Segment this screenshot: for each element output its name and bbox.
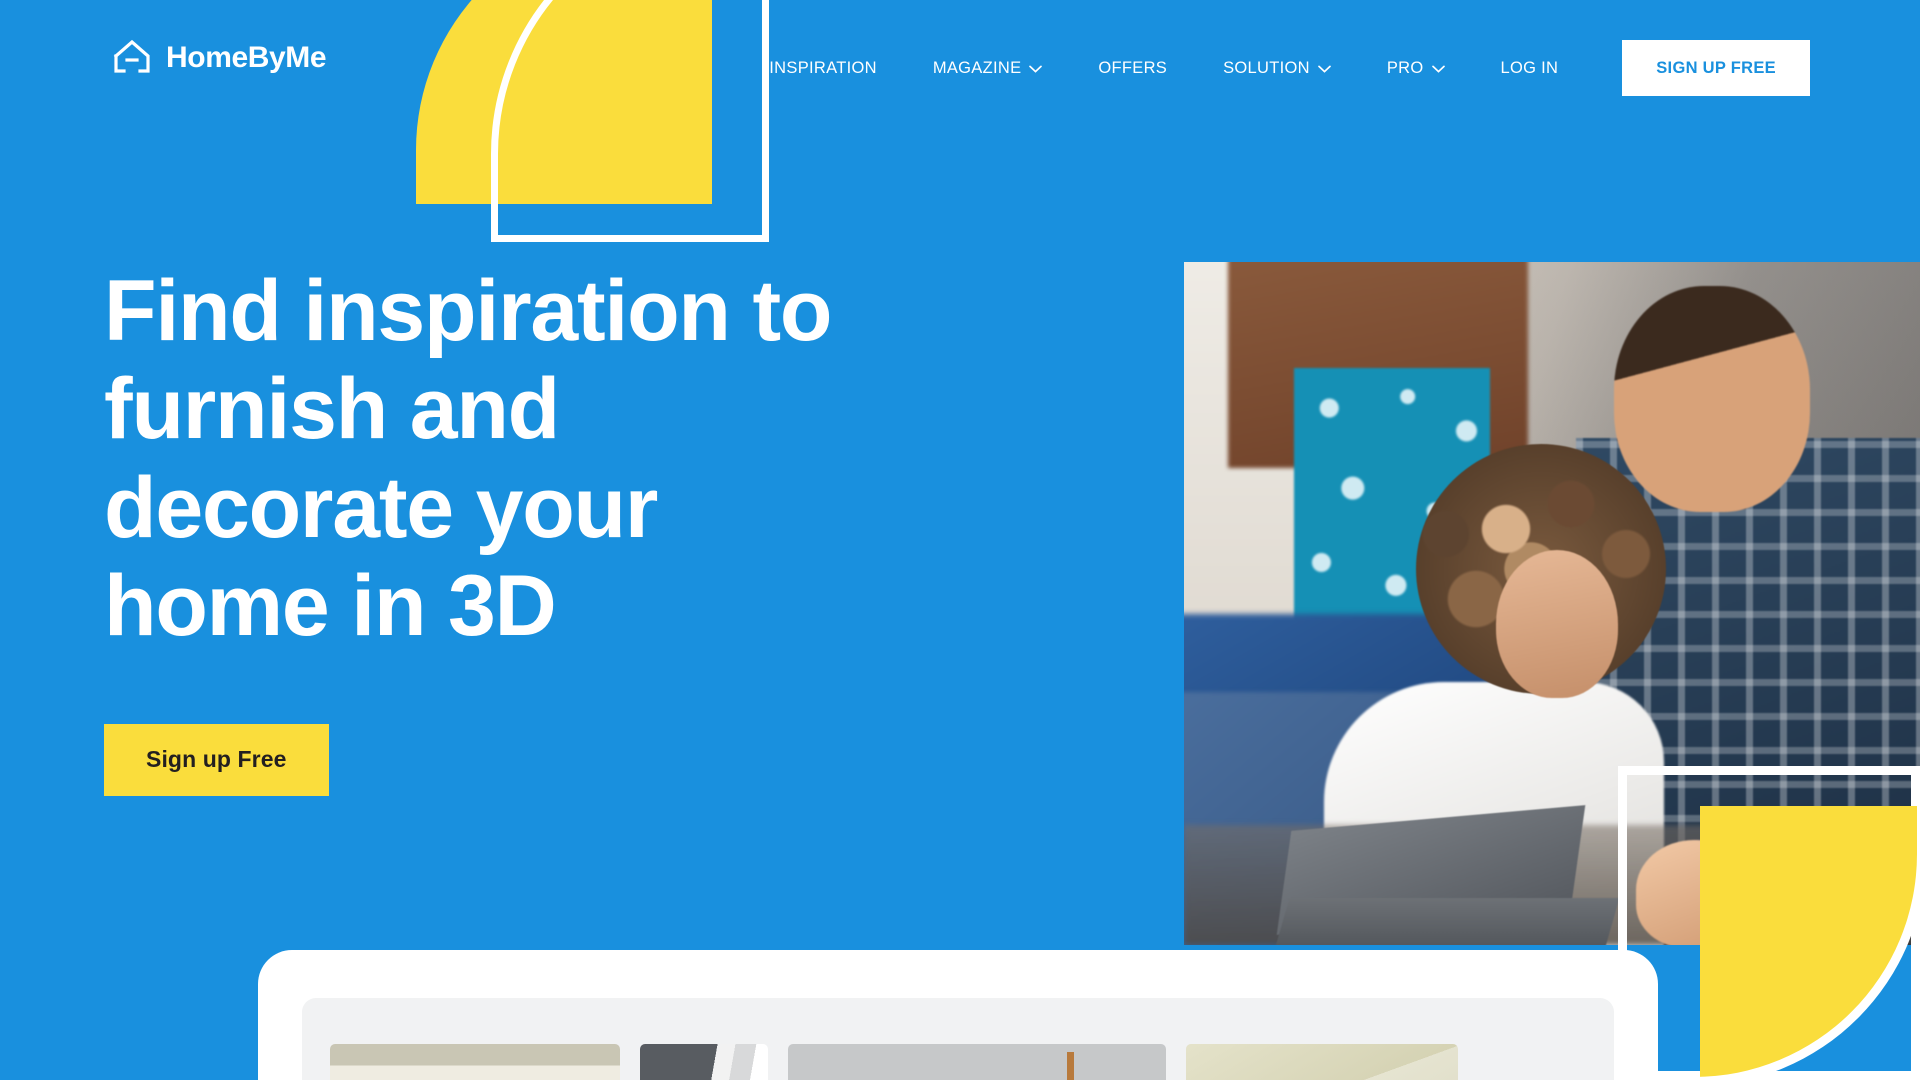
brand-logo[interactable]: HomeByMe — [112, 38, 327, 78]
gallery-thumbnail[interactable] — [330, 1044, 620, 1080]
nav-item-offers[interactable]: OFFERS — [1070, 40, 1195, 96]
gallery-thumbnail[interactable] — [1186, 1044, 1458, 1080]
nav-item-magazine[interactable]: MAGAZINE — [905, 40, 1071, 96]
nav-item-inspiration[interactable]: INSPIRATION — [741, 40, 905, 96]
gallery-inner-panel — [302, 998, 1614, 1080]
nav-label: PRO — [1386, 58, 1424, 77]
headline-line: home in 3D — [104, 558, 557, 655]
nav-label: MAGAZINE — [932, 58, 1022, 77]
homepage-hero: HomeByMe INSPIRATION MAGAZINE OFFERS SOL… — [0, 0, 1920, 1080]
headline-line: furnish and — [104, 361, 560, 458]
nav-item-solution[interactable]: SOLUTION — [1195, 40, 1359, 96]
chevron-down-icon — [1318, 65, 1331, 73]
photo-woman-face — [1496, 550, 1618, 698]
hero-copy: Find inspiration to furnish and decorate… — [104, 262, 924, 796]
main-navigation: INSPIRATION MAGAZINE OFFERS SOLUTION PRO — [741, 40, 1810, 96]
headline-line: Find inspiration to — [104, 263, 832, 359]
sign-up-free-button-header[interactable]: SIGN UP FREE — [1622, 40, 1810, 96]
site-header: HomeByMe INSPIRATION MAGAZINE OFFERS SOL… — [0, 0, 1920, 140]
nav-label: SOLUTION — [1223, 58, 1310, 77]
gallery-thumbnail[interactable] — [788, 1044, 1166, 1080]
gallery-card — [258, 950, 1658, 1080]
brand-name: HomeByMe — [166, 41, 327, 74]
gallery-thumbnail[interactable] — [640, 1044, 768, 1080]
nav-item-log-in[interactable]: LOG IN — [1473, 40, 1587, 96]
house-outline-icon — [113, 39, 150, 73]
headline-line: decorate your — [104, 459, 658, 556]
nav-label: LOG IN — [1500, 58, 1559, 77]
nav-item-pro[interactable]: PRO — [1359, 40, 1473, 96]
photo-laptop-base — [1270, 898, 1620, 945]
nav-label: INSPIRATION — [769, 58, 877, 77]
nav-label: OFFERS — [1098, 58, 1168, 77]
photo-man-head — [1614, 286, 1810, 512]
sign-up-free-button-hero[interactable]: Sign up Free — [104, 723, 329, 796]
chevron-down-icon — [1029, 65, 1043, 73]
chevron-down-icon — [1431, 65, 1445, 73]
page-title: Find inspiration to furnish and decorate… — [104, 262, 924, 656]
